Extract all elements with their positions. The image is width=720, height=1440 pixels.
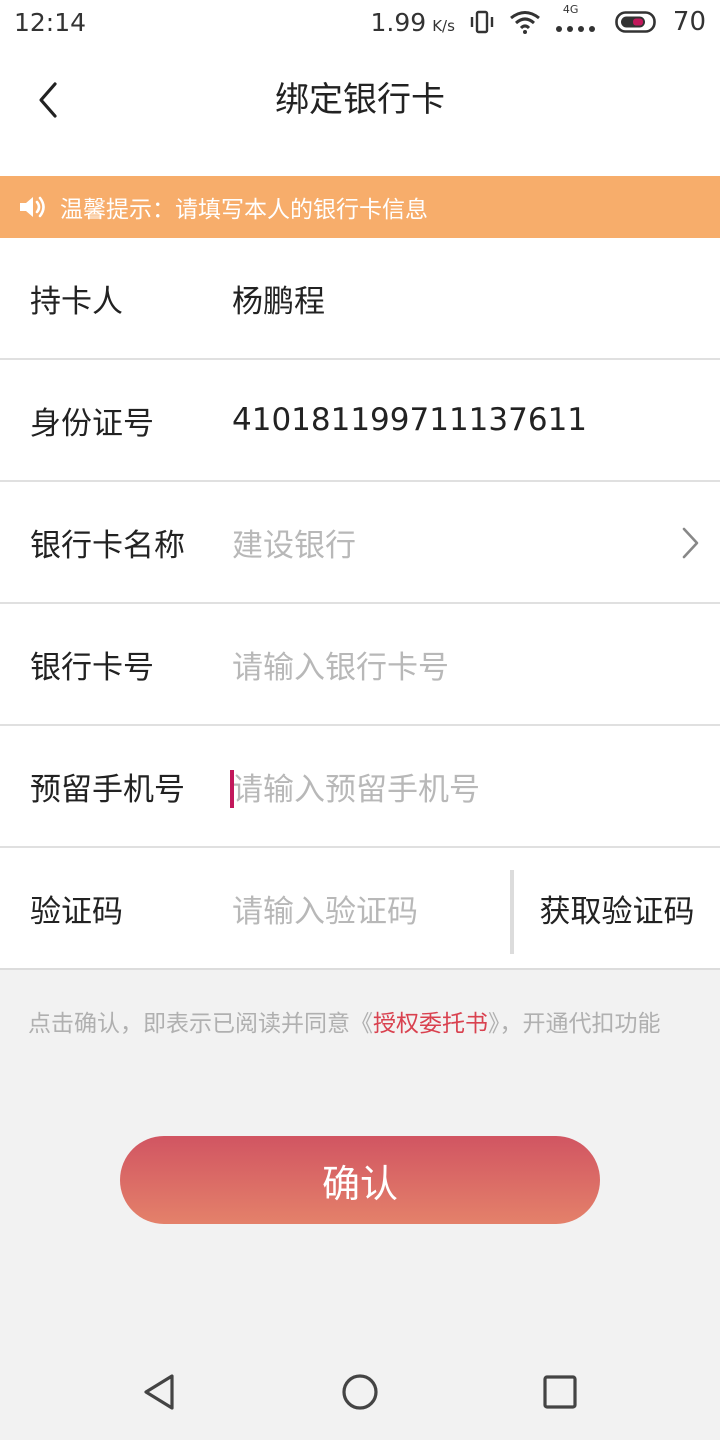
bank-card-form: 持卡人 杨鹏程 身份证号 410181199711137611 银行卡名称 建设… bbox=[0, 238, 720, 970]
agreement-text: 点击确认，即表示已阅读并同意《授权委托书》，开通代扣功能 bbox=[28, 1004, 708, 1038]
code-row: 验证码 请输入验证码 获取验证码 bbox=[0, 848, 720, 970]
signal-icon: 4G bbox=[555, 3, 601, 35]
battery-icon bbox=[615, 10, 659, 34]
network-speed-unit: K/s bbox=[432, 16, 455, 35]
back-triangle-icon[interactable] bbox=[138, 1370, 182, 1414]
agreement-prefix: 点击确认，即表示已阅读并同意《 bbox=[28, 1011, 373, 1037]
tip-text: 温馨提示：请填写本人的银行卡信息 bbox=[60, 197, 428, 223]
confirm-button[interactable]: 确认 bbox=[120, 1136, 600, 1224]
recents-square-icon[interactable] bbox=[538, 1370, 582, 1414]
system-nav-bar bbox=[0, 1344, 720, 1440]
phone-row: 预留手机号 请输入预留手机号 bbox=[0, 726, 720, 848]
page-title: 绑定银行卡 bbox=[275, 80, 445, 120]
id-number-value: 410181199711137611 bbox=[232, 402, 588, 438]
text-cursor bbox=[230, 770, 234, 808]
id-number-row: 身份证号 410181199711137611 bbox=[0, 360, 720, 482]
bank-name-select[interactable]: 建设银行 bbox=[232, 520, 356, 565]
card-number-label: 银行卡号 bbox=[30, 649, 154, 686]
phone-input[interactable]: 请输入预留手机号 bbox=[232, 764, 480, 809]
card-number-row: 银行卡号 请输入银行卡号 bbox=[0, 604, 720, 726]
network-speed: 1.99 K/s bbox=[371, 8, 455, 37]
holder-value: 杨鹏程 bbox=[232, 283, 325, 320]
header: 绑定银行卡 bbox=[0, 44, 720, 176]
tip-banner: 温馨提示：请填写本人的银行卡信息 bbox=[0, 176, 720, 238]
id-number-label: 身份证号 bbox=[30, 405, 154, 442]
holder-row: 持卡人 杨鹏程 bbox=[0, 238, 720, 360]
bank-name-label: 银行卡名称 bbox=[30, 527, 185, 564]
get-code-button[interactable]: 获取验证码 bbox=[514, 848, 720, 968]
speaker-icon bbox=[18, 194, 48, 220]
chevron-right-icon bbox=[682, 527, 699, 559]
agreement-suffix: 》，开通代扣功能 bbox=[488, 1011, 661, 1037]
status-right: 1.99 K/s 4G 70 bbox=[371, 3, 706, 37]
home-circle-icon[interactable] bbox=[338, 1370, 382, 1414]
bank-name-row[interactable]: 银行卡名称 建设银行 bbox=[0, 482, 720, 604]
holder-label: 持卡人 bbox=[30, 283, 123, 320]
status-time: 12:14 bbox=[14, 7, 87, 37]
wifi-icon bbox=[509, 9, 541, 35]
phone-label: 预留手机号 bbox=[30, 771, 185, 808]
vibrate-icon bbox=[469, 9, 495, 35]
code-label: 验证码 bbox=[30, 893, 123, 930]
status-bar: 12:14 1.99 K/s 4G 70 bbox=[0, 0, 720, 44]
card-number-input[interactable]: 请输入银行卡号 bbox=[232, 642, 449, 687]
battery-percent: 70 bbox=[672, 7, 706, 37]
code-input[interactable]: 请输入验证码 bbox=[232, 886, 418, 931]
network-speed-value: 1.99 bbox=[370, 7, 427, 37]
authorization-link[interactable]: 授权委托书 bbox=[373, 1011, 488, 1037]
